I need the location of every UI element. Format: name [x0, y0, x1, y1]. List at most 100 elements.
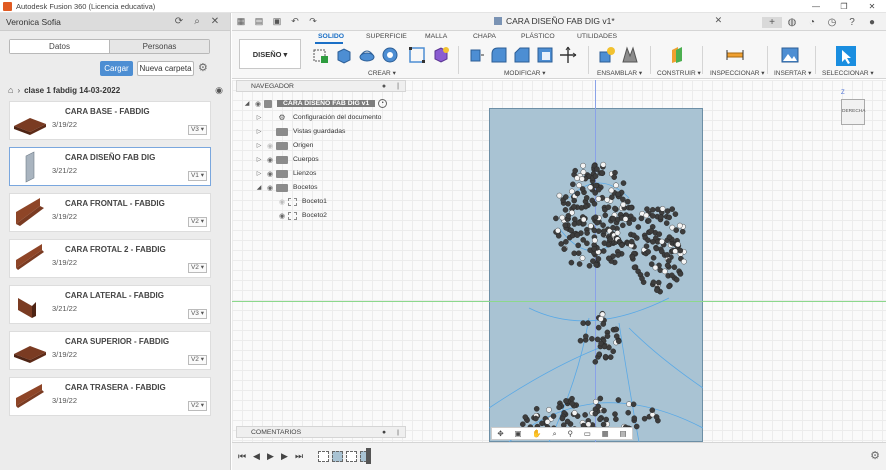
browser-item-doc-settings[interactable]: ▷ ⚙ Configuración del documento — [254, 112, 382, 123]
file-card-selected[interactable]: CARA DISEÑO FAB DIG 3/21/22 V1 ▾ — [9, 147, 211, 186]
view-cube-face[interactable]: DERECHA — [841, 99, 865, 125]
step-forward-icon[interactable]: ▶ — [281, 451, 288, 462]
expand-arrow-icon[interactable]: ◢ — [242, 100, 252, 107]
visibility-eye-icon[interactable]: ◉ — [252, 100, 264, 108]
new-tab-plus-icon[interactable]: + — [762, 16, 782, 28]
group-insertar[interactable]: INSERTAR ▾ — [774, 69, 811, 77]
file-card[interactable]: CARA FROTAL 2 - FABDIG 3/19/22 V2 ▾ — [9, 239, 211, 278]
file-card[interactable]: CARA TRASERA - FABDIG 3/19/22 V2 ▾ — [9, 377, 211, 416]
sketch-points-drawing[interactable] — [489, 108, 703, 442]
user-name-dropdown[interactable]: Veronica Sofia — [6, 17, 170, 27]
step-back-icon[interactable]: ◀ — [253, 451, 260, 462]
visibility-eye-icon[interactable]: ◉ — [276, 198, 288, 206]
fillet-icon[interactable] — [490, 46, 508, 64]
browser-item-canvases[interactable]: ▷ ◉ Lienzos — [254, 168, 316, 179]
tab-datos[interactable]: Datos — [10, 40, 109, 53]
version-dropdown[interactable]: V2 ▾ — [187, 401, 207, 411]
minimize-button[interactable]: — — [802, 0, 830, 13]
comments-panel-header[interactable]: COMENTARIOS ● | — [236, 426, 406, 438]
file-card[interactable]: CARA FRONTAL - FABDIG 3/19/22 V2 ▾ — [9, 193, 211, 232]
shell-icon[interactable] — [536, 46, 554, 64]
timeline-settings-gear-icon[interactable]: ⚙ — [870, 449, 880, 462]
measure-icon[interactable] — [726, 46, 744, 64]
version-dropdown[interactable]: V2 ▾ — [187, 263, 207, 273]
rectangular-pattern-icon[interactable] — [408, 46, 426, 64]
file-card[interactable]: CARA SUPERIOR - FABDIG 3/19/22 V2 ▾ — [9, 331, 211, 370]
file-card[interactable]: CARA LATERAL - FABDIG 3/21/22 V3 ▾ — [9, 285, 211, 324]
group-seleccionar[interactable]: SELECCIONAR ▾ — [822, 69, 874, 77]
chamfer-icon[interactable] — [513, 46, 531, 64]
activate-radio-icon[interactable]: • — [378, 99, 388, 108]
browser-item-origin[interactable]: ▷ ◉ Origen — [254, 140, 313, 151]
timeline-canvas-feature[interactable] — [332, 451, 343, 462]
visibility-eye-icon[interactable]: ◉ — [276, 212, 288, 220]
document-tab[interactable]: CARA DISEÑO FAB DIG v1* ✕ — [494, 15, 722, 26]
save-icon[interactable]: ▣ — [268, 16, 286, 27]
create-form-icon[interactable] — [432, 46, 450, 64]
extensions-icon[interactable]: ◍ — [782, 17, 802, 28]
browser-item-sketches[interactable]: ◢ ◉ Bocetos — [254, 182, 318, 193]
file-card[interactable]: CARA BASE - FABDIG 3/19/22 V3 ▾ — [9, 101, 211, 140]
avatar[interactable]: ● — [862, 17, 882, 28]
browser-item-bodies[interactable]: ▷ ◉ Cuerpos — [254, 154, 319, 165]
browser-item-saved-views[interactable]: ▷ Vistas guardadas — [254, 126, 345, 137]
go-to-start-icon[interactable]: ⏮ — [238, 451, 246, 462]
new-component-icon[interactable] — [598, 46, 616, 64]
notifications-icon[interactable]: ◷ — [822, 17, 842, 28]
collapse-arrow-icon[interactable]: ◢ — [254, 184, 264, 191]
zoom-icon[interactable]: ⚲ — [567, 429, 573, 438]
redo-icon[interactable]: ↷ — [304, 16, 322, 27]
zoom-window-icon[interactable]: ⌕ — [552, 429, 556, 439]
expand-arrow-icon[interactable]: ▷ — [254, 128, 264, 135]
tab-plastico[interactable]: PLÁSTICO — [521, 33, 555, 40]
settings-gear-icon[interactable]: ⚙ — [198, 61, 210, 76]
version-dropdown[interactable]: V3 ▾ — [187, 309, 207, 319]
comments-pin-icon[interactable]: | — [391, 429, 405, 436]
undo-icon[interactable]: ↶ — [286, 16, 304, 27]
visibility-eye-icon[interactable]: ◉ — [264, 184, 276, 192]
viewports-icon[interactable]: ▤ — [619, 429, 626, 438]
data-panel-toggle-icon[interactable]: ▦ — [232, 16, 250, 27]
version-dropdown[interactable]: V2 ▾ — [187, 217, 207, 227]
move-copy-icon[interactable] — [559, 46, 577, 64]
new-folder-button[interactable]: Nueva carpeta — [137, 61, 194, 76]
timeline-sketch-feature[interactable] — [318, 451, 329, 462]
group-construir[interactable]: CONSTRUIR ▾ — [657, 69, 701, 77]
folder-settings-icon[interactable]: ◉ — [215, 85, 223, 96]
expand-arrow-icon[interactable]: ▷ — [254, 170, 264, 177]
tab-superficie[interactable]: SUPERFICIE — [366, 33, 407, 40]
press-pull-icon[interactable] — [467, 46, 485, 64]
group-ensamblar[interactable]: ENSAMBLAR ▾ — [597, 69, 642, 77]
close-tab-icon[interactable]: ✕ — [715, 15, 723, 26]
tab-personas[interactable]: Personas — [109, 40, 209, 53]
revolve-icon[interactable] — [358, 46, 376, 64]
timeline-sketch-feature[interactable] — [346, 451, 357, 462]
restore-button[interactable]: ❐ — [830, 0, 858, 13]
tab-utilidades[interactable]: UTILIDADES — [577, 33, 617, 40]
capture-position-icon[interactable]: ▣ — [514, 429, 521, 438]
close-window-button[interactable]: ✕ — [858, 0, 886, 13]
group-modificar[interactable]: MODIFICAR ▾ — [504, 69, 546, 77]
file-menu-icon[interactable]: ▤ — [250, 16, 268, 27]
timeline-marker[interactable] — [366, 448, 371, 464]
tab-solido[interactable]: SOLIDO — [318, 33, 344, 40]
expand-arrow-icon[interactable]: ▷ — [254, 142, 264, 149]
visibility-eye-icon[interactable]: ◉ — [264, 156, 276, 164]
help-icon[interactable]: ? — [842, 17, 862, 28]
browser-root-node[interactable]: ◢ ◉ CARA DISEÑO FAB DIG v1 • — [242, 98, 388, 109]
offset-plane-icon[interactable] — [668, 46, 686, 64]
visibility-eye-icon[interactable]: ◉ — [264, 170, 276, 178]
search-icon[interactable]: ⌕ — [188, 16, 206, 27]
joint-icon[interactable] — [621, 46, 639, 64]
refresh-icon[interactable]: ⟳ — [170, 16, 188, 27]
orbit-icon[interactable]: ✥ — [497, 429, 503, 438]
sweep-icon[interactable] — [381, 46, 399, 64]
upload-button[interactable]: Cargar — [100, 61, 133, 76]
group-inspeccionar[interactable]: INSPECCIONAR ▾ — [710, 69, 765, 77]
visibility-eye-icon[interactable]: ◉ — [264, 142, 276, 150]
display-settings-icon[interactable]: ▭ — [584, 429, 591, 438]
home-icon[interactable]: ⌂ — [8, 85, 13, 95]
select-icon[interactable] — [836, 46, 856, 66]
pan-icon[interactable]: ✋ — [532, 429, 541, 438]
grid-settings-icon[interactable]: ▦ — [602, 429, 609, 438]
